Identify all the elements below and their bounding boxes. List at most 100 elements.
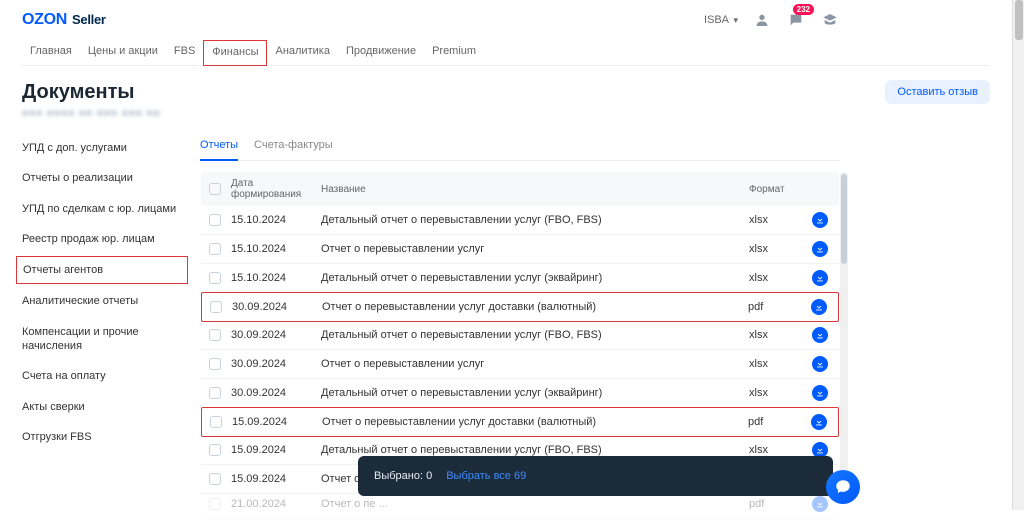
brand-seller: Seller — [72, 12, 106, 27]
sidebar-item-9[interactable]: Отгрузки FBS — [22, 422, 182, 452]
nav-item-4[interactable]: Аналитика — [267, 40, 337, 65]
table-row[interactable]: 30.09.2024Детальный отчет о перевыставле… — [201, 321, 839, 350]
download-icon[interactable] — [812, 385, 828, 401]
cell-date: 15.09.2024 — [231, 444, 321, 456]
table-row[interactable]: 30.09.2024Отчет о перевыставлении услуг … — [201, 292, 839, 322]
tab-0[interactable]: Отчеты — [200, 133, 238, 161]
nav-item-1[interactable]: Цены и акции — [80, 40, 166, 65]
cell-date: 15.10.2024 — [231, 214, 321, 226]
cell-date: 15.10.2024 — [231, 243, 321, 255]
help-chat-fab[interactable] — [826, 470, 860, 504]
cell-name: Отчет о перевыставлении услуг доставки (… — [322, 416, 748, 428]
cell-format: xlsx — [749, 358, 809, 370]
table-row[interactable]: 21.00.2024Отчет о пе ...pdf — [201, 494, 839, 519]
cell-name: Детальный отчет о перевыставлении услуг … — [321, 214, 749, 226]
page-title: Документы — [22, 81, 134, 104]
row-checkbox[interactable] — [209, 243, 221, 255]
cell-name: Детальный отчет о перевыставлении услуг … — [321, 272, 749, 284]
education-icon[interactable] — [820, 10, 840, 30]
tab-1[interactable]: Счета-фактуры — [254, 133, 333, 160]
row-checkbox[interactable] — [209, 272, 221, 284]
row-checkbox[interactable] — [209, 498, 221, 510]
table-row[interactable]: 15.10.2024Детальный отчет о перевыставле… — [201, 264, 839, 293]
cell-date: 21.00.2024 — [231, 498, 321, 510]
nav-item-2[interactable]: FBS — [166, 40, 203, 65]
nav-item-6[interactable]: Premium — [424, 40, 484, 65]
cell-format: xlsx — [749, 214, 809, 226]
account-switcher[interactable]: ISBA ▾ — [704, 14, 738, 26]
cell-format: xlsx — [749, 444, 809, 456]
cell-format: pdf — [748, 416, 808, 428]
chat-badge: 232 — [793, 4, 814, 15]
row-checkbox[interactable] — [209, 444, 221, 456]
cell-format: xlsx — [749, 243, 809, 255]
cell-name: Детальный отчет о перевыставлении услуг … — [321, 387, 749, 399]
cell-format: pdf — [749, 498, 809, 510]
cell-name: Отчет о пе ... — [321, 498, 749, 510]
cell-date: 30.09.2024 — [231, 329, 321, 341]
cell-format: xlsx — [749, 329, 809, 341]
sidebar-item-2[interactable]: УПД по сделкам с юр. лицами — [22, 194, 182, 224]
nav-item-5[interactable]: Продвижение — [338, 40, 424, 65]
row-checkbox[interactable] — [209, 387, 221, 399]
sidebar-item-3[interactable]: Реестр продаж юр. лицам — [22, 224, 182, 254]
cell-name: Детальный отчет о перевыставлении услуг … — [321, 444, 749, 456]
download-icon[interactable] — [812, 270, 828, 286]
sidebar-item-8[interactable]: Акты сверки — [22, 392, 182, 422]
row-checkbox[interactable] — [209, 473, 221, 485]
chat-icon[interactable]: 232 — [786, 10, 806, 30]
cell-date: 15.09.2024 — [232, 416, 322, 428]
chevron-down-icon: ▾ — [733, 15, 738, 25]
col-date-header: Дата формирования — [231, 178, 321, 200]
download-icon[interactable] — [812, 356, 828, 372]
download-icon[interactable] — [812, 327, 828, 343]
cell-date: 15.10.2024 — [231, 272, 321, 284]
sidebar-item-1[interactable]: Отчеты о реализации — [22, 163, 182, 193]
brand-ozon: OZON — [22, 11, 67, 29]
table-row[interactable]: 15.10.2024Отчет о перевыставлении услугx… — [201, 235, 839, 264]
table-scrollbar[interactable] — [840, 172, 848, 472]
cell-name: Детальный отчет о перевыставлении услуг … — [321, 329, 749, 341]
sidebar-item-0[interactable]: УПД с доп. услугами — [22, 133, 182, 163]
row-checkbox[interactable] — [209, 214, 221, 226]
table-row[interactable]: 30.09.2024Отчет о перевыставлении услугx… — [201, 350, 839, 379]
download-icon[interactable] — [812, 241, 828, 257]
select-all-checkbox[interactable] — [209, 183, 221, 195]
breadcrumb: ■■■ ■■■■ ■■ ■■■ ■■■ ■■ — [22, 108, 990, 119]
leave-review-button[interactable]: Оставить отзыв — [885, 80, 990, 104]
download-icon[interactable] — [811, 414, 827, 430]
table-header-row: Дата формирования Название Формат — [201, 172, 839, 206]
table-row[interactable]: 30.09.2024Детальный отчет о перевыставле… — [201, 379, 839, 408]
sidebar-item-5[interactable]: Аналитические отчеты — [22, 286, 182, 316]
brand-logo[interactable]: OZON Seller — [22, 11, 106, 29]
cell-format: pdf — [748, 301, 808, 313]
sidebar-item-4[interactable]: Отчеты агентов — [16, 256, 188, 284]
row-checkbox[interactable] — [210, 416, 222, 428]
cell-date: 30.09.2024 — [232, 301, 322, 313]
page-scrollbar[interactable] — [1012, 0, 1024, 510]
cell-date: 15.09.2024 — [231, 473, 321, 485]
profile-icon[interactable] — [752, 10, 772, 30]
table-row[interactable]: 15.10.2024Детальный отчет о перевыставле… — [201, 206, 839, 235]
row-checkbox[interactable] — [209, 329, 221, 341]
download-icon[interactable] — [811, 299, 827, 315]
cell-format: xlsx — [749, 272, 809, 284]
nav-item-3[interactable]: Финансы — [203, 40, 267, 66]
row-checkbox[interactable] — [210, 301, 222, 313]
cell-date: 30.09.2024 — [231, 358, 321, 370]
download-icon[interactable] — [812, 212, 828, 228]
cell-name: Отчет о перевыставлении услуг — [321, 243, 749, 255]
selection-footer: Выбрано: 0 Выбрать все 69 — [358, 456, 833, 496]
nav-item-0[interactable]: Главная — [22, 40, 80, 65]
account-name: ISBA — [704, 14, 728, 26]
table-row[interactable]: 15.09.2024Отчет о перевыставлении услуг … — [201, 407, 839, 437]
sidebar-item-7[interactable]: Счета на оплату — [22, 361, 182, 391]
sidebar: УПД с доп. услугамиОтчеты о реализацииУП… — [22, 133, 182, 520]
select-all-link[interactable]: Выбрать все 69 — [446, 470, 526, 482]
sidebar-item-6[interactable]: Компенсации и прочие начисления — [22, 317, 182, 362]
cell-format: xlsx — [749, 387, 809, 399]
cell-name: Отчет о перевыставлении услуг — [321, 358, 749, 370]
tabs: Отчеты Счета-фактуры — [200, 133, 840, 161]
selected-count: Выбрано: 0 — [374, 470, 432, 482]
row-checkbox[interactable] — [209, 358, 221, 370]
